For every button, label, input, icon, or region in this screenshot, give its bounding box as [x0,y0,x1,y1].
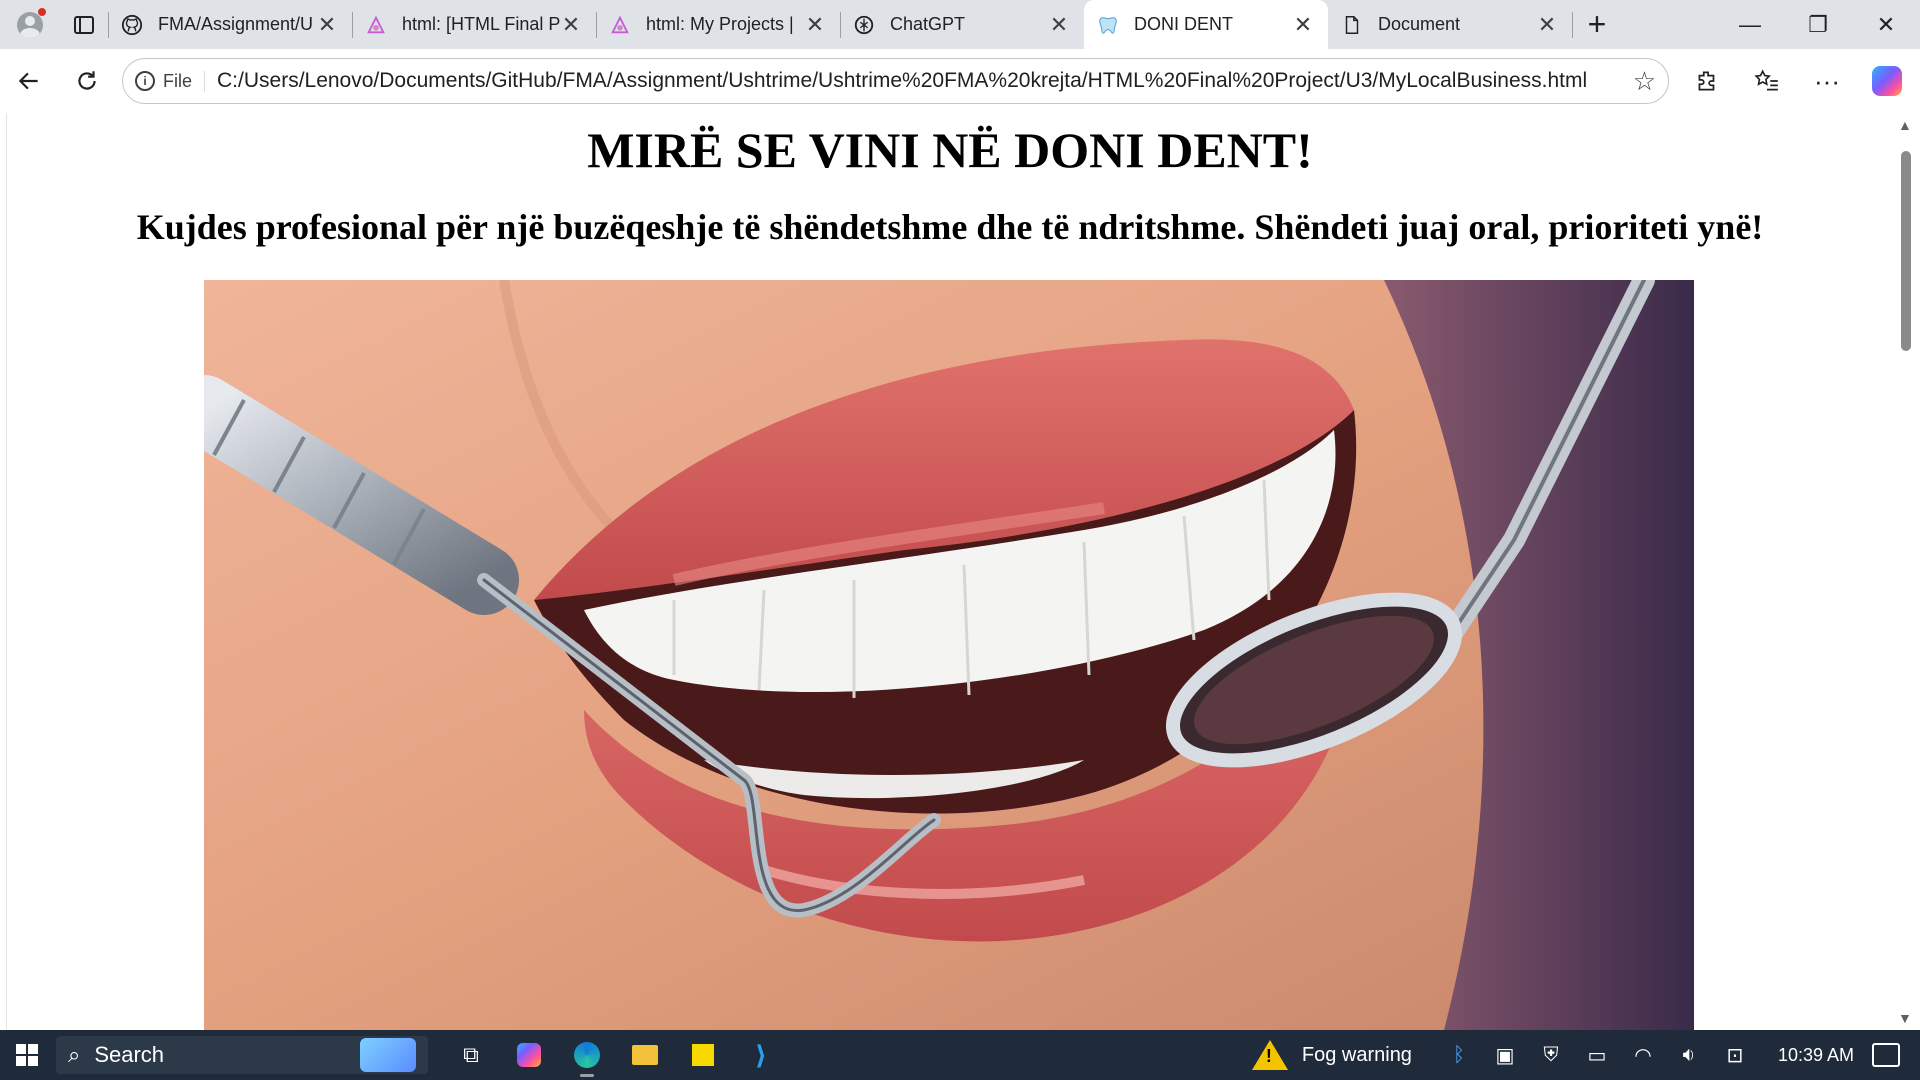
taskbar-search[interactable]: ⌕ Search [56,1036,428,1074]
tab-w3-final[interactable]: html: [HTML Final P ✕ [352,0,596,49]
task-view-icon[interactable]: ⧉ [442,1030,500,1080]
reload-icon [78,71,96,90]
page-heading: MIRË SE VINI NË DONI DENT! [587,122,1313,178]
browser-toolbar: i File C:/Users/Lenovo/Documents/GitHub/… [0,49,1920,113]
start-button[interactable] [0,1030,54,1080]
reload-button[interactable] [58,49,116,113]
vertical-tabs-icon [74,15,94,34]
scrollbar-thumb[interactable] [1901,151,1911,351]
tab-title: FMA/Assignment/U [158,14,314,34]
w3-icon [364,13,388,37]
favorites-list-icon [1754,69,1778,91]
search-highlight-icon [360,1038,416,1072]
tab-actions-button[interactable] [60,0,108,49]
info-icon: i [135,71,155,91]
page-viewport: MIRË SE VINI NË DONI DENT! Kujdes profes… [6,113,1893,1030]
new-tab-button[interactable]: + [1572,0,1622,49]
hero-smile-image [204,280,1694,1030]
sticky-notes-icon[interactable] [674,1030,732,1080]
wifi-icon[interactable]: ◠ [1620,1043,1666,1068]
tab-title: ChatGPT [890,14,966,34]
windows-taskbar: ⌕ Search ⧉ ⟩ Fog warning ᛒ ▣ ⛨ ▭ ◠ 🔉︎ ⊡ … [0,1030,1920,1080]
minimize-icon[interactable]: — [1716,0,1784,49]
weather-widget[interactable]: Fog warning [1251,1040,1412,1070]
back-arrow-icon [18,72,38,90]
url-text[interactable]: C:/Users/Lenovo/Documents/GitHub/FMA/Ass… [217,69,1633,93]
vscode-icon[interactable]: ⟩ [732,1030,790,1080]
copilot-button[interactable] [1857,49,1917,113]
close-window-icon[interactable]: ✕ [1852,0,1920,49]
close-tab-icon[interactable]: ✕ [1048,12,1070,38]
document-icon [1340,13,1364,37]
tab-title: html: [HTML Final P [402,14,560,34]
weather-text: Fog warning [1301,1043,1412,1066]
weather-warning-icon [1251,1040,1288,1070]
copilot-icon [1872,66,1902,96]
chatgpt-icon [852,13,876,37]
close-tab-icon[interactable]: ✕ [804,12,826,38]
search-icon: ⌕ [68,1042,81,1067]
close-tab-icon[interactable]: ✕ [1536,12,1558,38]
w3-icon [608,13,632,37]
tab-w3-projects[interactable]: html: My Projects | ✕ [596,0,840,49]
tab-doni-dent[interactable]: DONI DENT ✕ [1084,0,1328,49]
display-icon[interactable]: ⊡ [1712,1043,1758,1068]
profile-button[interactable] [0,0,60,49]
notifications-icon[interactable] [1872,1043,1900,1067]
close-tab-icon[interactable]: ✕ [1292,12,1314,38]
github-icon [120,13,144,37]
page-scrollbar[interactable]: ▲ ▼ [1892,113,1920,1030]
favorites-button[interactable] [1737,49,1797,113]
edge-icon[interactable] [558,1030,616,1080]
tooth-icon [1096,13,1120,37]
tab-title: html: My Projects | [646,14,794,34]
scroll-down-icon[interactable]: ▼ [1898,1010,1912,1026]
ellipsis-icon: ··· [1814,65,1840,96]
tab-title: Document [1378,14,1461,34]
back-button[interactable] [0,49,58,113]
search-label: Search [94,1042,165,1067]
file-explorer-icon[interactable] [616,1030,674,1080]
app-tray-icon[interactable]: ▣ [1482,1043,1528,1068]
tab-document[interactable]: Document ✕ [1328,0,1572,49]
windows-logo-icon [16,1044,38,1066]
restore-icon[interactable]: ❐ [1784,0,1852,49]
favorite-star-icon[interactable]: ☆ [1633,66,1656,97]
puzzle-icon [1698,71,1715,91]
site-info-button[interactable]: i File [135,70,206,92]
security-shield-icon[interactable]: ⛨ [1528,1044,1574,1067]
close-tab-icon[interactable]: ✕ [316,12,338,38]
bluetooth-icon[interactable]: ᛒ [1436,1044,1482,1067]
scroll-up-icon[interactable]: ▲ [1898,117,1912,133]
scheme-label: File [163,70,193,91]
extensions-button[interactable] [1677,49,1737,113]
clock[interactable]: 10:39 AM [1778,1045,1854,1066]
page-subheading: Kujdes profesional për një buzëqeshje të… [136,207,1764,247]
window-controls: — ❐ ✕ [1716,0,1920,49]
tab-github[interactable]: FMA/Assignment/U ✕ [108,0,352,49]
battery-icon[interactable]: ▭ [1574,1043,1620,1068]
system-tray: Fog warning ᛒ ▣ ⛨ ▭ ◠ 🔉︎ ⊡ 10:39 AM [1251,1040,1920,1070]
volume-icon[interactable]: 🔉︎ [1666,1044,1712,1067]
address-bar[interactable]: i File C:/Users/Lenovo/Documents/GitHub/… [122,58,1669,104]
tab-chatgpt[interactable]: ChatGPT ✕ [840,0,1084,49]
tab-strip: FMA/Assignment/U ✕ html: [HTML Final P ✕… [0,0,1920,49]
more-menu-button[interactable]: ··· [1797,49,1857,113]
tab-title: DONI DENT [1134,14,1233,34]
close-tab-icon[interactable]: ✕ [560,12,582,38]
copilot-taskbar-icon[interactable] [500,1030,558,1080]
notification-dot [38,8,46,16]
taskbar-apps: ⧉ ⟩ [442,1030,790,1080]
